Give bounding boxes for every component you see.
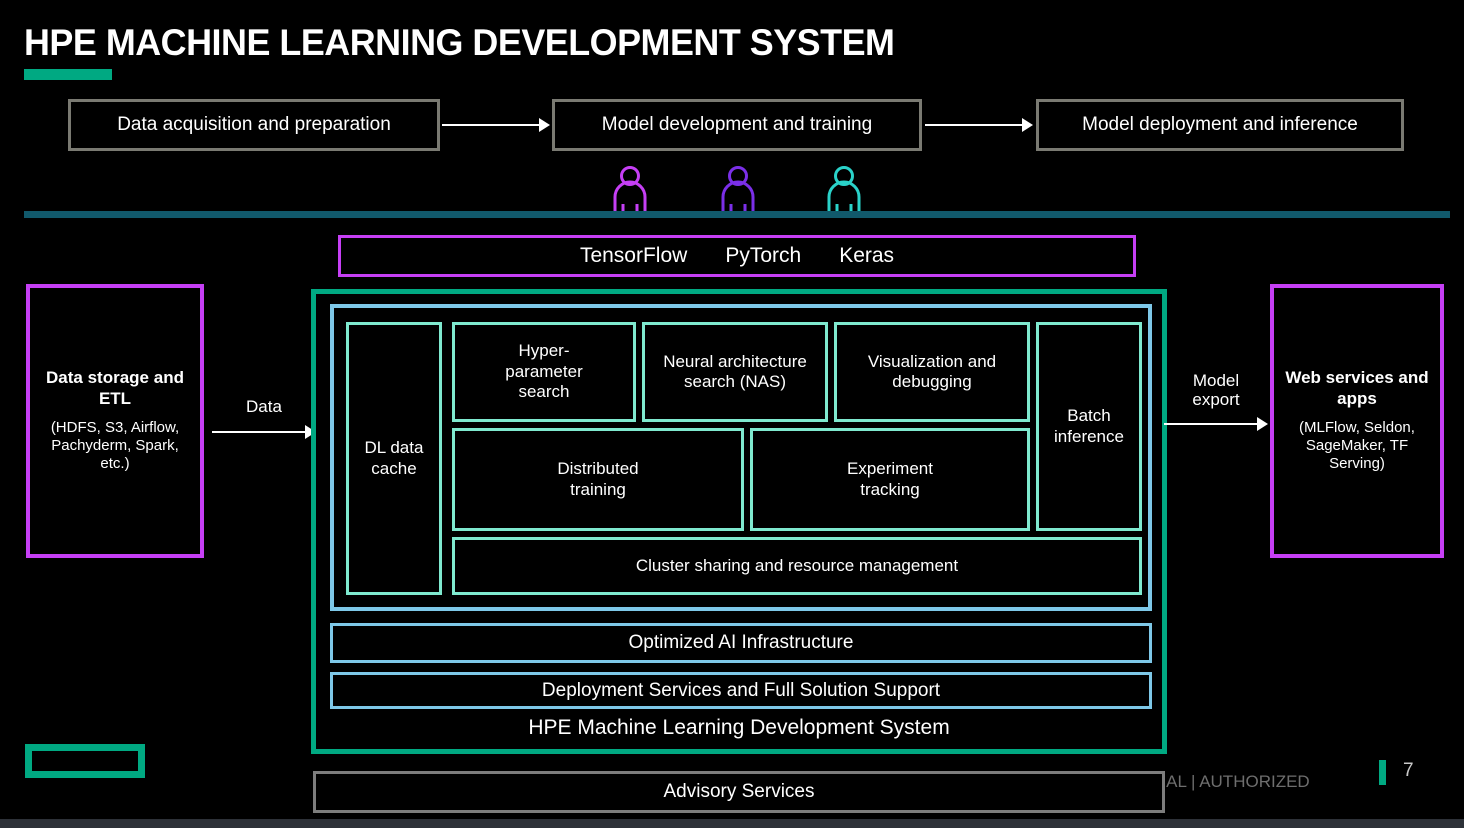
capability-dl-data-cache: DL data cache [346,322,442,595]
data-storage-detail: (HDFS, S3, Airflow, Pachyderm, Spark, et… [36,419,194,474]
data-storage-and-etl-box: Data storage and ETL (HDFS, S3, Airflow,… [26,284,204,558]
capability-label: Experiment tracking [847,459,933,500]
bottom-strip [0,819,1464,828]
capability-batch-inference: Batch inference [1036,322,1142,531]
bar-deployment-services: Deployment Services and Full Solution Su… [330,672,1152,709]
flow-step-label: Model development and training [602,114,872,136]
flow-step-data-acquisition: Data acquisition and preparation [68,99,440,151]
capability-label: DL data cache [365,438,424,479]
capability-label: Batch inference [1054,406,1124,447]
frameworks-bar: TensorFlow PyTorch Keras [338,235,1136,277]
bar-label: Deployment Services and Full Solution Su… [542,680,940,702]
flow-step-label: Model deployment and inference [1082,114,1358,136]
capability-label: Distributed training [557,459,638,500]
person-icon-data-scientist [716,166,760,214]
mlds-main-stack: DL data cache Hyper- parameter search Ne… [311,289,1167,754]
page-title: HPE MACHINE LEARNING DEVELOPMENT SYSTEM [24,22,894,64]
mlds-stack-label: HPE Machine Learning Development System [316,716,1162,740]
bar-optimized-ai-infrastructure: Optimized AI Infrastructure [330,623,1152,663]
page-number-tick [1379,760,1386,785]
capability-experiment-tracking: Experiment tracking [750,428,1030,531]
title-underline-rule [24,69,112,80]
capability-cluster-sharing: Cluster sharing and resource management [452,537,1142,595]
flow-arrow-2-icon [925,118,1033,132]
person-icon-data-engineer [608,166,652,214]
data-storage-heading: Data storage and ETL [36,368,194,409]
framework-pytorch: PyTorch [725,244,801,268]
capability-hyperparameter-search: Hyper- parameter search [452,322,636,422]
capability-label: Hyper- parameter search [505,341,582,402]
data-arrow-label: Data [212,398,316,417]
capability-label: Visualization and debugging [868,352,996,393]
capability-distributed-training: Distributed training [452,428,744,531]
web-services-heading: Web services and apps [1280,368,1434,409]
slide-canvas: HPE MACHINE LEARNING DEVELOPMENT SYSTEM … [0,0,1464,828]
flow-step-model-development: Model development and training [552,99,922,151]
bar-label: Optimized AI Infrastructure [629,632,854,654]
flow-arrow-1-icon [442,118,550,132]
framework-tensorflow: TensorFlow [580,244,687,268]
data-flow-arrow: Data [212,398,316,439]
capability-neural-architecture-search: Neural architecture search (NAS) [642,322,828,422]
advisory-services-label: Advisory Services [664,781,815,803]
page-number: 7 [1403,760,1414,782]
framework-keras: Keras [839,244,894,268]
capability-label: Cluster sharing and resource management [636,556,958,576]
section-divider [24,211,1450,218]
person-icon-ml-engineer [822,166,866,214]
arrow-right-icon [1164,417,1268,431]
flow-step-label: Data acquisition and preparation [117,114,391,136]
hpe-logo [25,744,145,778]
web-services-and-apps-box: Web services and apps (MLFlow, Seldon, S… [1270,284,1444,558]
model-export-label: Model export [1164,372,1268,409]
flow-step-model-deployment: Model deployment and inference [1036,99,1404,151]
web-services-detail: (MLFlow, Seldon, SageMaker, TF Serving) [1280,419,1434,474]
capability-visualization-and-debugging: Visualization and debugging [834,322,1030,422]
arrow-right-icon [212,425,316,439]
model-export-arrow: Model export [1164,372,1268,431]
capability-label: Neural architecture search (NAS) [663,352,807,393]
platform-capabilities-frame: DL data cache Hyper- parameter search Ne… [330,304,1152,611]
advisory-services-bar: Advisory Services [313,771,1165,813]
